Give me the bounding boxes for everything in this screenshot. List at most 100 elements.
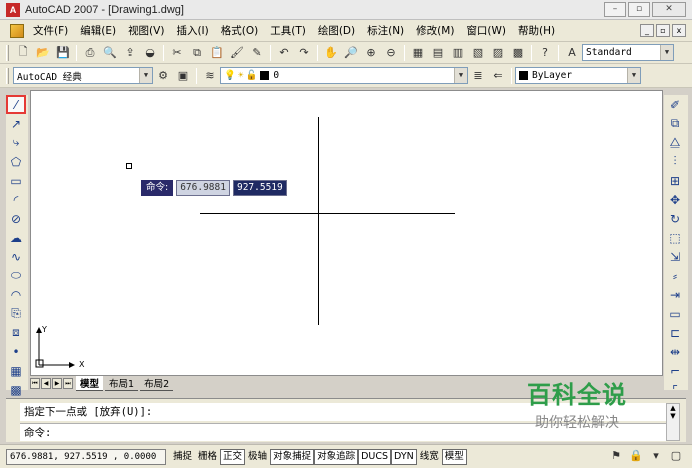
make-object-layer-current-icon[interactable]: ≣ (470, 68, 486, 84)
next-tab-icon[interactable]: ▶ (52, 377, 62, 389)
cut-icon[interactable]: ✂ (169, 45, 185, 61)
model-toggle[interactable]: 模型 (441, 448, 467, 465)
document-icon[interactable] (10, 23, 24, 38)
mirror-icon[interactable]: ⧋ (664, 133, 686, 152)
menu-file[interactable]: 文件(F) (27, 23, 74, 38)
paste-icon[interactable]: 📋 (209, 45, 225, 61)
chevron-down-icon[interactable]: ▾ (648, 448, 664, 464)
markup-icon[interactable]: ▨ (490, 45, 506, 61)
tab-layout2[interactable]: 布局2 (140, 376, 174, 391)
toolbar-grip[interactable] (6, 67, 9, 84)
sheet-set-icon[interactable]: ▧ (470, 45, 486, 61)
construction-line-icon[interactable]: ↗ (6, 114, 26, 133)
publish-icon[interactable]: ⇪ (122, 45, 138, 61)
redo-icon[interactable]: ↷ (296, 45, 312, 61)
open-file-icon[interactable]: 📂 (35, 45, 51, 61)
extend-icon[interactable]: ⇥ (664, 285, 686, 304)
command-scrollbar[interactable]: ▲ ▼ (666, 403, 680, 441)
spline-icon[interactable]: ∿ (6, 247, 26, 266)
block-editor-icon[interactable]: ✎ (249, 45, 265, 61)
layer-previous-icon[interactable]: ⇐ (490, 68, 506, 84)
menu-edit[interactable]: 编辑(E) (74, 23, 122, 38)
menu-modify[interactable]: 修改(M) (410, 23, 460, 38)
tool-palettes-icon[interactable]: ▥ (450, 45, 466, 61)
gradient-icon[interactable]: ▩ (6, 380, 26, 399)
prev-tab-icon[interactable]: ◀ (41, 377, 51, 389)
arc-icon[interactable]: ◜ (6, 190, 26, 209)
text-style-dropdown[interactable]: Standard ▼ (582, 44, 674, 61)
menu-draw[interactable]: 绘图(D) (312, 23, 361, 38)
workspace-settings-icon[interactable]: ⚙ (155, 68, 171, 84)
chevron-down-icon[interactable]: ▼ (139, 68, 152, 83)
last-tab-icon[interactable]: ⏭ (63, 377, 73, 389)
copy-icon[interactable]: ⧉ (189, 45, 205, 61)
trim-icon[interactable]: ⸗ (664, 266, 686, 285)
lock-toolbars-icon[interactable]: 🔒 (628, 448, 644, 464)
print-icon[interactable]: ⎙ (82, 45, 98, 61)
insert-block-icon[interactable]: ⎘ (6, 304, 26, 323)
communication-center-icon[interactable]: ⚑ (608, 448, 624, 464)
chevron-down-icon[interactable]: ▼ (660, 45, 673, 60)
dyn-y-field[interactable]: 927.5519 (232, 180, 287, 196)
chevron-down-icon[interactable]: ▼ (627, 68, 640, 83)
doc-restore-icon[interactable]: ▫ (656, 24, 670, 37)
scale-icon[interactable]: ⬚ (664, 228, 686, 247)
menu-format[interactable]: 格式(O) (215, 23, 264, 38)
workspace-dropdown[interactable]: AutoCAD 经典 ▼ (13, 67, 153, 84)
ellipse-icon[interactable]: ⬭ (6, 266, 26, 285)
drawing-canvas[interactable]: 命令: 676.9881 927.5519 Y X (30, 90, 663, 376)
circle-icon[interactable]: ⊘ (6, 209, 26, 228)
coordinate-readout[interactable]: 676.9881, 927.5519 , 0.0000 (6, 448, 166, 465)
zoom-realtime-icon[interactable]: 🔎 (343, 45, 359, 61)
menu-insert[interactable]: 插入(I) (170, 23, 214, 38)
revision-cloud-icon[interactable]: ☁ (6, 228, 26, 247)
lineweight-toggle[interactable]: 线宽 (417, 449, 442, 465)
snap-toggle[interactable]: 捕捉 (170, 449, 195, 465)
ellipse-arc-icon[interactable]: ◠ (6, 285, 26, 304)
properties-icon[interactable]: ▦ (410, 45, 426, 61)
menu-view[interactable]: 视图(V) (122, 23, 170, 38)
break-icon[interactable]: ⊏ (664, 323, 686, 342)
break-at-point-icon[interactable]: ▭ (664, 304, 686, 323)
polygon-icon[interactable]: ⬠ (6, 152, 26, 171)
help-icon[interactable]: ? (537, 45, 553, 61)
color-dropdown[interactable]: ByLayer ▼ (515, 67, 641, 84)
grid-toggle[interactable]: 栅格 (195, 449, 220, 465)
close-icon[interactable]: ✕ (652, 2, 686, 17)
copy-object-icon[interactable]: ⧉ (664, 114, 686, 133)
fillet-icon[interactable]: ⌜ (664, 380, 686, 399)
first-tab-icon[interactable]: ⏮ (30, 377, 40, 389)
erase-icon[interactable]: ✐ (664, 95, 686, 114)
toolbar-grip[interactable] (6, 44, 9, 61)
dyn-toggle[interactable]: DYN (391, 448, 417, 465)
etransmit-icon[interactable]: ◒ (142, 45, 158, 61)
dyn-x-field[interactable]: 676.9881 (176, 180, 230, 196)
ortho-toggle[interactable]: 正交 (220, 448, 246, 465)
stretch-icon[interactable]: ⇲ (664, 247, 686, 266)
doc-minimize-icon[interactable]: _ (640, 24, 654, 37)
point-icon[interactable]: • (6, 342, 26, 361)
offset-icon[interactable]: ⫶ (664, 152, 686, 171)
menu-window[interactable]: 窗口(W) (460, 23, 512, 38)
menu-dimension[interactable]: 标注(N) (361, 23, 410, 38)
undo-icon[interactable]: ↶ (276, 45, 292, 61)
save-icon[interactable]: 💾 (55, 45, 71, 61)
menu-tools[interactable]: 工具(T) (264, 23, 312, 38)
polyline-icon[interactable]: ⤷ (6, 133, 26, 152)
new-file-icon[interactable]: 🗋 (15, 45, 31, 61)
rectangle-icon[interactable]: ▭ (6, 171, 26, 190)
pan-icon[interactable]: ✋ (323, 45, 339, 61)
chamfer-icon[interactable]: ⌐ (664, 361, 686, 380)
line-icon[interactable]: ⁄ (6, 95, 26, 114)
layer-dropdown[interactable]: 💡 ☀ 🔓 0 ▼ (220, 67, 468, 84)
otrack-toggle[interactable]: 对象追踪 (314, 448, 359, 465)
chevron-down-icon[interactable]: ▼ (454, 68, 467, 83)
array-icon[interactable]: ⊞ (664, 171, 686, 190)
join-icon[interactable]: ⇹ (664, 342, 686, 361)
make-block-icon[interactable]: ⧈ (6, 323, 26, 342)
design-center-icon[interactable]: ▤ (430, 45, 446, 61)
zoom-previous-icon[interactable]: ⊖ (383, 45, 399, 61)
layer-manager-icon[interactable]: ≋ (202, 68, 218, 84)
text-style-icon[interactable]: A (564, 45, 580, 61)
match-properties-icon[interactable]: 🖌 (229, 45, 245, 61)
